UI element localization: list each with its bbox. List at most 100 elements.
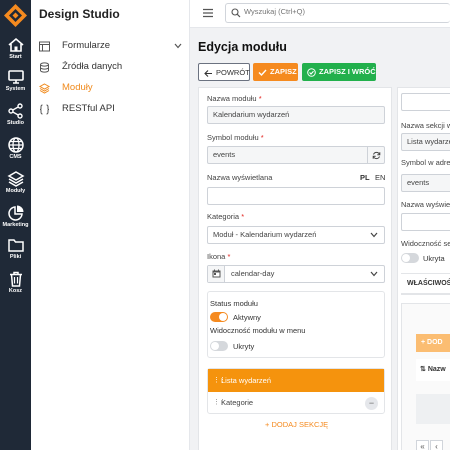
icon-preview [208,266,225,282]
sidebar-item-data-sources[interactable]: Źródła danych [39,60,185,78]
drag-handle-icon[interactable]: ⋮⋮ [213,369,226,392]
sort-icon[interactable]: ⇅ [420,366,426,373]
sidebar-item-forms[interactable]: Formularze [39,39,185,57]
refresh-icon [372,151,381,160]
section-search-input[interactable] [401,93,450,111]
icon-select[interactable]: calendar-day [207,265,385,283]
sidebar-item-label: Formularze [62,40,111,51]
rail-item-marketing[interactable]: Marketing [0,202,31,236]
table-row[interactable] [416,394,450,424]
icon-value: calendar-day [231,269,275,278]
sidebar-item-restful-api[interactable]: RESTful API [39,102,185,120]
trash-icon [9,271,22,287]
lang-pl-tab[interactable]: PL [360,173,370,182]
save-and-back-button[interactable]: ZAPISZ I WRÓĆ [302,63,376,81]
section-display-name-input[interactable] [401,213,450,231]
sidebar-item-label: Źródła danych [62,61,123,72]
rail-item-modules[interactable]: Moduły [0,168,31,202]
page-title: Edycja modułu [198,40,287,54]
app-rail: Start System Studio CMS Moduły Marketing… [0,0,31,450]
chevron-down-icon [370,271,378,277]
symbol-address-label: Symbol w adres [401,158,450,167]
menu-visibility-label: Widoczność modułu w menu [210,326,306,335]
section-item[interactable]: ⋮⋮ Lista wydarzeń [208,369,384,392]
folder-icon [7,239,24,252]
symbol-address-input[interactable]: events [401,174,450,192]
section-item[interactable]: ⋮⋮ Kategorie − [208,392,384,414]
rail-label: Studio [6,120,25,126]
category-value: Moduł - Kalendarium wydarzeń [213,230,317,239]
section-name-label: Nazwa sekcji w [401,121,450,130]
icon-label: Ikona * [207,252,231,261]
column-header-name: Nazw [427,366,446,373]
rail-item-start[interactable]: Start [0,34,31,68]
sidebar-item-modules[interactable]: Moduły [39,81,185,99]
form-icon [39,41,50,52]
section-visibility-label: Widoczność sek [401,239,450,248]
section-visibility-toggle[interactable] [401,253,419,263]
lang-en-tab[interactable]: EN [375,173,385,182]
rail-item-studio[interactable]: Studio [0,100,31,134]
category-select[interactable]: Moduł - Kalendarium wydarzeń [207,226,385,244]
rail-item-trash[interactable]: Kosz [0,268,31,302]
section-item-label: Kategorie [221,398,254,407]
menu-toggle-icon[interactable] [202,8,214,18]
remove-section-button[interactable]: − [365,397,378,410]
properties-area: + DOD ⇅ Nazw « ‹ [401,303,450,450]
save-button[interactable]: ZAPISZ [253,63,298,81]
display-name-input[interactable] [207,187,385,205]
rail-item-files[interactable]: Pliki [0,234,31,268]
section-display-name-label: Nazwa wyświetl [401,200,450,209]
chevron-down-icon [174,43,182,49]
rail-item-cms[interactable]: CMS [0,134,31,168]
search-box [225,3,450,23]
pager-first-button[interactable]: « [416,440,429,450]
rail-label: Moduły [5,188,26,194]
layers-icon [39,83,50,94]
calendar-icon [212,269,221,278]
monitor-icon [7,70,24,84]
app-logo-icon[interactable] [3,3,28,28]
check-circle-icon [307,68,316,77]
back-button-label: POWRÓT [216,68,250,77]
status-value: Aktywny [233,313,261,322]
rail-label: CMS [9,154,22,160]
sidebar-title: Design Studio [39,7,120,21]
globe-icon [7,137,24,153]
status-group: Status modułu Aktywny Widoczność modułu … [207,291,385,358]
section-visibility-value: Ukryta [423,254,445,263]
display-name-label: Nazwa wyświetlana [207,173,273,182]
search-icon [231,8,241,18]
search-input[interactable] [244,7,444,16]
layers-icon [6,171,25,187]
module-name-input[interactable]: Kalendarium wydarzeń [207,106,385,124]
rail-label: Kosz [8,288,23,294]
section-name-input[interactable]: Lista wydarze [401,133,450,151]
back-button[interactable]: POWRÓT [198,63,250,81]
sidebar: Design Studio Formularze Źródła danych M… [31,0,190,450]
category-label: Kategoria * [207,212,245,221]
save-and-back-button-label: ZAPISZ I WRÓĆ [319,67,376,76]
pager-prev-button[interactable]: ‹ [430,440,443,450]
rail-item-system[interactable]: System [0,66,31,100]
home-icon [7,37,24,52]
sections-list: ⋮⋮ Lista wydarzeń ⋮⋮ Kategorie − [207,368,385,414]
check-icon [258,69,267,77]
arrow-left-icon [204,70,212,77]
pager: « ‹ [416,440,450,450]
braces-icon [39,104,50,115]
add-section-button[interactable]: + DODAJ SEKCJĘ [265,420,328,429]
table-header: ⇅ Nazw [416,359,450,381]
module-name-label: Nazwa modułu * [207,94,262,103]
status-toggle[interactable] [210,312,228,322]
add-property-button[interactable]: + DOD [416,334,450,352]
tab-properties[interactable]: WŁAŚCIWOŚ [401,273,450,295]
symbol-input[interactable]: events [207,146,385,164]
regenerate-symbol-button[interactable] [367,147,384,163]
drag-handle-icon[interactable]: ⋮⋮ [213,392,226,414]
menu-visibility-toggle[interactable] [210,341,228,351]
menu-visibility-value: Ukryty [233,342,255,351]
share-nodes-icon [7,103,23,119]
rail-label: System [5,86,26,92]
topbar [190,0,450,28]
